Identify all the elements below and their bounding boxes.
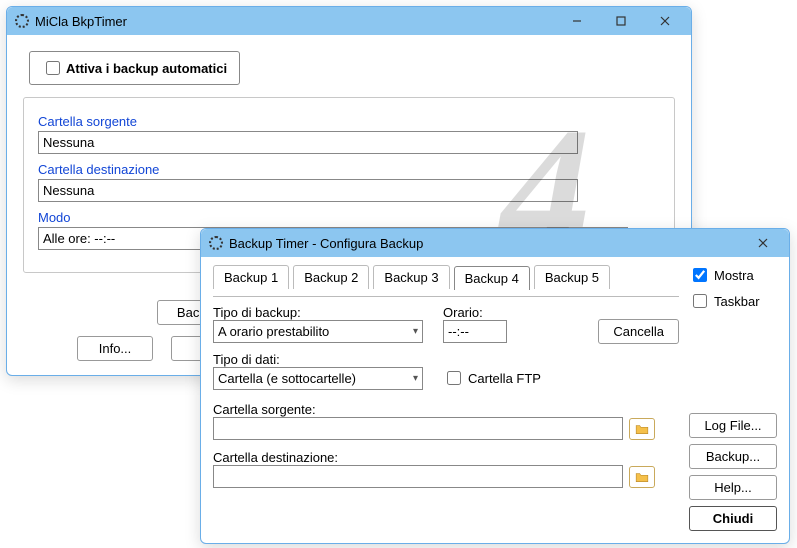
titlebar[interactable]: Backup Timer - Configura Backup <box>201 229 789 257</box>
taskbar-label: Taskbar <box>714 294 760 309</box>
show-input[interactable] <box>693 268 707 282</box>
source-folder-field[interactable] <box>38 131 578 154</box>
delete-button[interactable]: Cancella <box>598 319 679 344</box>
ftp-folder-input[interactable] <box>447 371 461 385</box>
window-title: Backup Timer - Configura Backup <box>229 236 741 251</box>
maximize-button[interactable] <box>599 7 643 35</box>
tab-backup-2[interactable]: Backup 2 <box>293 265 369 289</box>
data-type-label: Tipo di dati: <box>213 352 423 367</box>
backup-type-label: Tipo di backup: <box>213 305 423 320</box>
enable-auto-backup-label: Attiva i backup automatici <box>66 61 227 76</box>
browse-source-button[interactable] <box>629 418 655 440</box>
backup-type-value: A orario prestabilito <box>218 324 329 339</box>
chevron-down-icon: ▾ <box>413 373 418 384</box>
backup-type-select[interactable]: A orario prestabilito ▾ <box>213 320 423 343</box>
ftp-folder-checkbox[interactable]: Cartella FTP <box>443 368 541 388</box>
show-checkbox[interactable]: Mostra <box>689 265 777 285</box>
window-title: MiCla BkpTimer <box>35 14 555 29</box>
browse-dest-button[interactable] <box>629 466 655 488</box>
help-button[interactable]: Help... <box>689 475 777 500</box>
time-input[interactable] <box>443 320 507 343</box>
app-icon <box>15 14 29 28</box>
show-label: Mostra <box>714 268 754 283</box>
dest-folder-field[interactable] <box>38 179 578 202</box>
close-button[interactable] <box>643 7 687 35</box>
ftp-folder-label: Cartella FTP <box>468 371 541 386</box>
folder-icon <box>635 471 649 483</box>
info-button[interactable]: Info... <box>77 336 153 361</box>
config-window: Backup Timer - Configura Backup Backup 1… <box>200 228 790 544</box>
chevron-down-icon: ▾ <box>413 326 418 337</box>
source-folder-label: Cartella sorgente: <box>213 402 679 417</box>
tab-backup-3[interactable]: Backup 3 <box>373 265 449 289</box>
enable-auto-backup-input[interactable] <box>46 61 60 75</box>
tab-backup-4[interactable]: Backup 4 <box>454 266 530 290</box>
source-folder-label[interactable]: Cartella sorgente <box>38 114 660 129</box>
log-file-button[interactable]: Log File... <box>689 413 777 438</box>
dest-folder-label: Cartella destinazione: <box>213 450 679 465</box>
minimize-button[interactable] <box>555 7 599 35</box>
data-type-value: Cartella (e sottocartelle) <box>218 371 356 386</box>
time-label: Orario: <box>443 305 507 320</box>
backup-button[interactable]: Backup... <box>689 444 777 469</box>
backup-tabs: Backup 1 Backup 2 Backup 3 Backup 4 Back… <box>213 265 679 289</box>
taskbar-input[interactable] <box>693 294 707 308</box>
close-button[interactable] <box>741 229 785 257</box>
dest-folder-input[interactable] <box>213 465 623 488</box>
folder-icon <box>635 423 649 435</box>
mode-label[interactable]: Modo <box>38 210 660 225</box>
dest-folder-label[interactable]: Cartella destinazione <box>38 162 660 177</box>
close-dialog-button[interactable]: Chiudi <box>689 506 777 531</box>
app-icon <box>209 236 223 250</box>
source-folder-input[interactable] <box>213 417 623 440</box>
tab-backup-1[interactable]: Backup 1 <box>213 265 289 289</box>
enable-auto-backup-checkbox[interactable]: Attiva i backup automatici <box>29 51 240 85</box>
tab-backup-5[interactable]: Backup 5 <box>534 265 610 289</box>
taskbar-checkbox[interactable]: Taskbar <box>689 291 777 311</box>
titlebar[interactable]: MiCla BkpTimer <box>7 7 691 35</box>
data-type-select[interactable]: Cartella (e sottocartelle) ▾ <box>213 367 423 390</box>
